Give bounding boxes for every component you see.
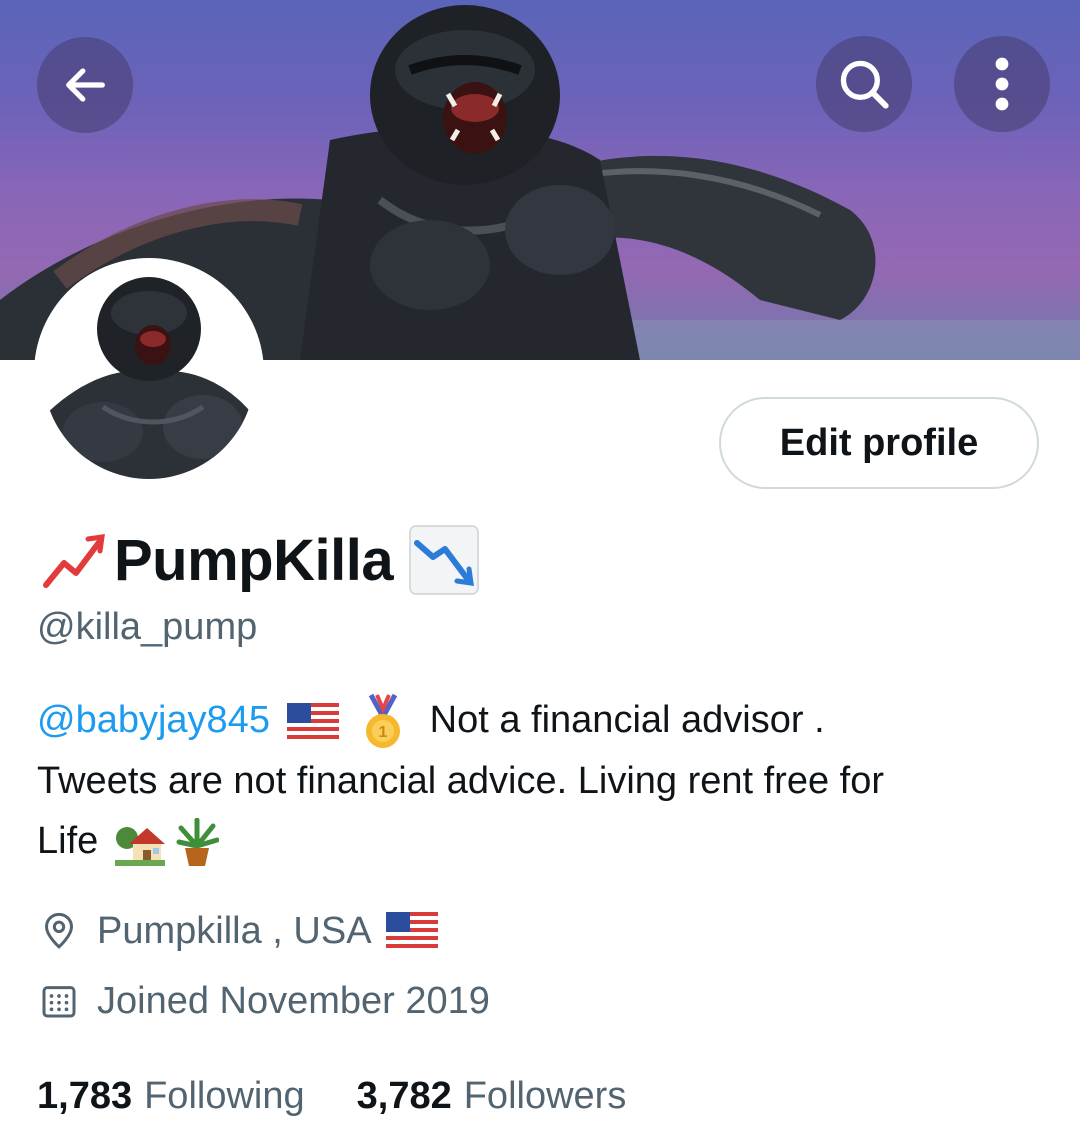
profile-bio: @babyjay845 1 Not a financial advisor . … — [37, 690, 1047, 871]
location-text: Pumpkilla , USA — [97, 909, 372, 952]
avatar-image — [43, 267, 255, 479]
profile-page: Edit profile PumpKilla @killa_pump @baby… — [0, 0, 1080, 1148]
svg-text:1: 1 — [379, 724, 388, 741]
bio-text-line2: Tweets are not financial advice. Living … — [37, 759, 885, 802]
house-with-garden-icon — [114, 826, 165, 866]
followers-label: Followers — [463, 1074, 627, 1117]
display-name-row: PumpKilla — [36, 520, 481, 600]
first-place-medal-icon: 1 — [366, 693, 401, 748]
flag-us-icon — [286, 702, 339, 741]
display-name: PumpKilla — [114, 527, 394, 593]
search-button[interactable] — [816, 36, 912, 132]
chart-decreasing-icon — [409, 525, 480, 595]
edit-profile-button[interactable]: Edit profile — [719, 397, 1039, 489]
following-label: Following — [144, 1074, 305, 1117]
followers-link[interactable]: 3,782 Followers — [357, 1075, 627, 1118]
search-icon — [840, 60, 889, 109]
back-button[interactable] — [37, 37, 133, 133]
profile-joined-date: Joined November 2019 — [37, 976, 490, 1026]
chart-increasing-icon — [39, 526, 107, 594]
more-vertical-icon — [995, 57, 1009, 111]
calendar-icon — [37, 979, 81, 1023]
bio-text-line1: Not a financial advisor . — [429, 699, 825, 741]
more-options-button[interactable] — [954, 36, 1050, 132]
arrow-left-icon — [66, 68, 105, 102]
bio-mention-link[interactable]: @babyjay845 — [37, 699, 270, 741]
user-handle: @killa_pump — [37, 606, 258, 648]
following-count: 1,783 — [37, 1074, 133, 1117]
profile-location: Pumpkilla , USA — [37, 906, 438, 956]
gorilla-avatar-illustration — [43, 267, 255, 479]
flag-us-icon — [385, 912, 438, 950]
follow-stats: 1,783 Following 3,782 Followers — [37, 1068, 678, 1124]
location-pin-icon — [37, 909, 81, 953]
potted-plant-icon — [176, 817, 220, 866]
following-link[interactable]: 1,783 Following — [37, 1075, 305, 1118]
bio-text-line3: Life — [37, 819, 99, 862]
profile-avatar[interactable] — [34, 258, 264, 488]
followers-count: 3,782 — [356, 1074, 452, 1117]
joined-text: Joined November 2019 — [97, 979, 490, 1022]
